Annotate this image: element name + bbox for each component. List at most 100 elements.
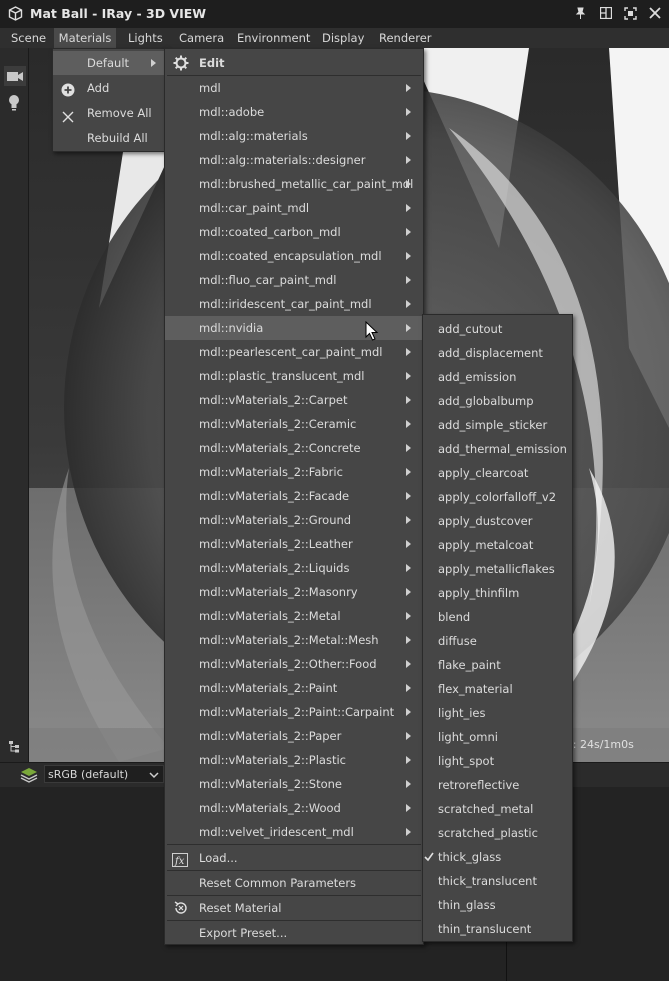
panel-splitter[interactable] xyxy=(506,937,507,981)
menu-item-library[interactable]: mdl::vMaterials_2::Ceramic xyxy=(165,412,423,436)
menu-item-material[interactable]: add_cutout xyxy=(423,317,572,341)
menu-item-material[interactable]: flex_material xyxy=(423,677,572,701)
menu-item-material[interactable]: add_thermal_emission xyxy=(423,437,572,461)
menu-item-library[interactable]: mdl::vMaterials_2::Wood xyxy=(165,796,423,820)
colorspace-select[interactable]: sRGB (default) xyxy=(44,765,164,783)
menu-item-material[interactable]: apply_metalcoat xyxy=(423,533,572,557)
menu-item-export-preset[interactable]: Export Preset... xyxy=(165,921,423,945)
menu-item-material[interactable]: thin_glass xyxy=(423,893,572,917)
library-label: mdl::vMaterials_2::Wood xyxy=(199,801,341,815)
material-label: apply_colorfalloff_v2 xyxy=(438,490,557,504)
menu-item-library[interactable]: mdl::vMaterials_2::Paint xyxy=(165,676,423,700)
menu-item-library[interactable]: mdl xyxy=(165,76,423,100)
menu-materials[interactable]: Materials xyxy=(54,28,116,48)
menu-environment[interactable]: Environment xyxy=(237,31,310,45)
library-label: mdl::vMaterials_2::Leather xyxy=(199,537,353,551)
menu-item-material[interactable]: apply_thinfilm xyxy=(423,581,572,605)
menu-item-material[interactable]: blend xyxy=(423,605,572,629)
menu-item-material[interactable]: flake_paint xyxy=(423,653,572,677)
menu-item-material[interactable]: thick_translucent xyxy=(423,869,572,893)
light-bulb-icon[interactable] xyxy=(7,94,21,115)
menu-item-material[interactable]: apply_dustcover xyxy=(423,509,572,533)
menu-item-material[interactable]: thin_translucent xyxy=(423,917,572,941)
submenu-arrow-icon xyxy=(406,468,411,476)
menu-item-library[interactable]: mdl::vMaterials_2::Metal xyxy=(165,604,423,628)
menu-item-library[interactable]: mdl::adobe xyxy=(165,100,423,124)
menu-item-material[interactable]: apply_colorfalloff_v2 xyxy=(423,485,572,509)
menu-item-library[interactable]: mdl::vMaterials_2::Carpet xyxy=(165,388,423,412)
menu-item-library[interactable]: mdl::vMaterials_2::Masonry xyxy=(165,580,423,604)
menu-item-library[interactable]: mdl::vMaterials_2::Fabric xyxy=(165,460,423,484)
menu-display[interactable]: Display xyxy=(322,31,364,45)
menu-item-library[interactable]: mdl::brushed_metallic_car_paint_mdl xyxy=(165,172,423,196)
menu-item-library[interactable]: mdl::vMaterials_2::Paper xyxy=(165,724,423,748)
submenu-arrow-icon xyxy=(406,396,411,404)
float-icon[interactable] xyxy=(599,6,613,22)
menu-item-library[interactable]: mdl::alg::materials xyxy=(165,124,423,148)
menu-item-material[interactable]: light_spot xyxy=(423,749,572,773)
menu-item-load[interactable]: fx Load... xyxy=(165,846,423,870)
menu-item-material[interactable]: apply_metallicflakes xyxy=(423,557,572,581)
menu-item-library[interactable]: mdl::vMaterials_2::Leather xyxy=(165,532,423,556)
pin-icon[interactable] xyxy=(574,7,587,23)
menu-item-library[interactable]: mdl::vMaterials_2::Facade xyxy=(165,484,423,508)
menu-item-library[interactable]: mdl::nvidia xyxy=(165,316,423,340)
menu-item-material[interactable]: add_emission xyxy=(423,365,572,389)
menu-lights[interactable]: Lights xyxy=(128,31,163,45)
submenu-arrow-icon xyxy=(406,204,411,212)
menu-item-material[interactable]: thick_glass xyxy=(423,845,572,869)
library-label: mdl::vMaterials_2::Paint::Carpaint xyxy=(199,705,395,719)
library-label: mdl::plastic_translucent_mdl xyxy=(199,369,365,383)
menu-item-library[interactable]: mdl::vMaterials_2::Liquids xyxy=(165,556,423,580)
menu-item-library[interactable]: mdl::car_paint_mdl xyxy=(165,196,423,220)
maximize-icon[interactable] xyxy=(624,7,637,23)
menu-item-library[interactable]: mdl::iridescent_car_paint_mdl xyxy=(165,292,423,316)
menu-item-edit[interactable]: Edit xyxy=(165,51,423,75)
menu-item-library[interactable]: mdl::alg::materials::designer xyxy=(165,148,423,172)
menu-item-material[interactable]: apply_clearcoat xyxy=(423,461,572,485)
menu-item-library[interactable]: mdl::fluo_car_paint_mdl xyxy=(165,268,423,292)
menu-item-library[interactable]: mdl::coated_carbon_mdl xyxy=(165,220,423,244)
hierarchy-icon[interactable] xyxy=(8,740,21,756)
menu-item-material[interactable]: add_simple_sticker xyxy=(423,413,572,437)
library-label: mdl::vMaterials_2::Metal xyxy=(199,609,341,623)
menu-item-reset-common-parameters[interactable]: Reset Common Parameters xyxy=(165,871,423,895)
menu-item-material[interactable]: scratched_plastic xyxy=(423,821,572,845)
menu-item-library[interactable]: mdl::coated_encapsulation_mdl xyxy=(165,244,423,268)
menu-item-default[interactable]: Default xyxy=(53,51,165,75)
submenu-arrow-icon xyxy=(406,564,411,572)
menu-item-material[interactable]: retroreflective xyxy=(423,773,572,797)
menu-item-library[interactable]: mdl::pearlescent_car_paint_mdl xyxy=(165,340,423,364)
submenu-arrow-icon xyxy=(406,804,411,812)
menu-item-material[interactable]: light_omni xyxy=(423,725,572,749)
menu-item-library[interactable]: mdl::plastic_translucent_mdl xyxy=(165,364,423,388)
menu-scene[interactable]: Scene xyxy=(11,31,46,45)
library-label: mdl::brushed_metallic_car_paint_mdl xyxy=(199,177,414,191)
submenu-arrow-icon xyxy=(406,108,411,116)
menu-item-add[interactable]: Add xyxy=(53,76,165,100)
menu-item-library[interactable]: mdl::velvet_iridescent_mdl xyxy=(165,820,423,844)
menu-item-library[interactable]: mdl::vMaterials_2::Paint::Carpaint xyxy=(165,700,423,724)
menu-item-material[interactable]: add_globalbump xyxy=(423,389,572,413)
menu-item-library[interactable]: mdl::vMaterials_2::Concrete xyxy=(165,436,423,460)
menu-item-library[interactable]: mdl::vMaterials_2::Ground xyxy=(165,508,423,532)
material-label: apply_metallicflakes xyxy=(438,562,555,576)
menu-item-library[interactable]: mdl::vMaterials_2::Other::Food xyxy=(165,652,423,676)
menu-item-material[interactable]: diffuse xyxy=(423,629,572,653)
menu-renderer[interactable]: Renderer xyxy=(379,31,432,45)
menu-item-material[interactable]: light_ies xyxy=(423,701,572,725)
menu-item-library[interactable]: mdl::vMaterials_2::Plastic xyxy=(165,748,423,772)
menu-item-material[interactable]: scratched_metal xyxy=(423,797,572,821)
submenu-arrow-icon xyxy=(406,84,411,92)
menu-item-library[interactable]: mdl::vMaterials_2::Stone xyxy=(165,772,423,796)
render-time-label: e: 24s/1m0s xyxy=(566,738,634,751)
menu-item-remove-all[interactable]: Remove All xyxy=(53,101,165,125)
menu-item-material[interactable]: add_displacement xyxy=(423,341,572,365)
menu-item-rebuild-all[interactable]: Rebuild All xyxy=(53,126,165,150)
camera-icon[interactable] xyxy=(4,66,26,86)
menu-camera[interactable]: Camera xyxy=(179,31,224,45)
close-icon[interactable] xyxy=(649,7,661,22)
layers-icon[interactable] xyxy=(20,767,38,786)
menu-item-reset-material[interactable]: Reset Material xyxy=(165,896,423,920)
menu-item-library[interactable]: mdl::vMaterials_2::Metal::Mesh xyxy=(165,628,423,652)
